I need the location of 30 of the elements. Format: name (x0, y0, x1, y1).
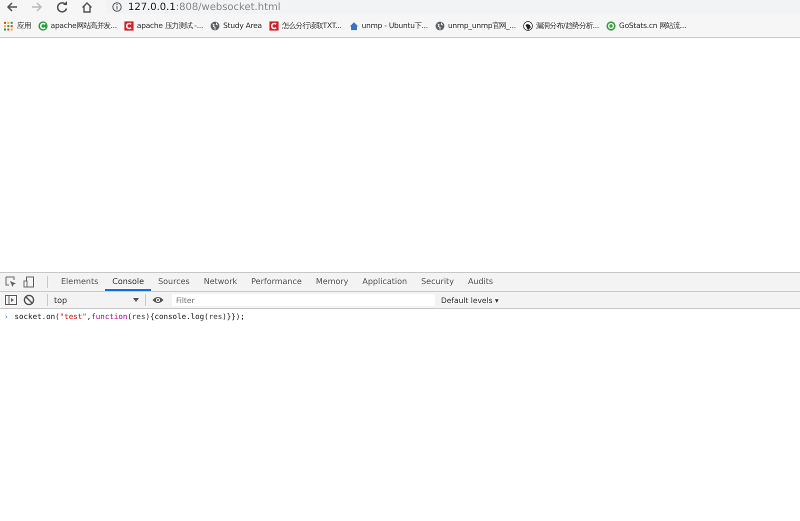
devtools-tab[interactable]: Application (355, 273, 414, 291)
reload-icon[interactable] (56, 1, 68, 13)
devtools-tab[interactable]: Performance (244, 273, 309, 291)
globe-icon (434, 20, 445, 30)
devtools-tab[interactable]: Elements (54, 273, 106, 291)
device-icon[interactable] (23, 276, 35, 288)
c-letter-icon (38, 20, 48, 30)
inspect-icon[interactable] (5, 276, 17, 288)
info-icon[interactable] (112, 2, 122, 12)
g-letter-icon (606, 20, 616, 30)
devtools-tab[interactable]: Audits (460, 273, 500, 291)
back-icon[interactable] (6, 1, 18, 13)
context-select[interactable]: top (54, 296, 139, 304)
address-bar[interactable]: 127.0.0.1:808/websocket.html (106, 0, 800, 14)
home-icon[interactable] (81, 1, 93, 13)
sidebar-toggle-icon[interactable] (5, 294, 17, 306)
apps-grid-icon (4, 20, 14, 30)
c-letter-icon (268, 20, 279, 30)
devtools-tab[interactable]: Network (196, 273, 244, 291)
globe-icon (210, 20, 220, 30)
clear-console-icon[interactable] (23, 294, 35, 306)
devtools-tab[interactable]: Memory (308, 273, 356, 291)
caret-icon (133, 298, 139, 302)
c-letter-icon (124, 20, 134, 30)
devtools-tab[interactable]: Sources (151, 273, 197, 291)
url-text: 127.0.0.1:808/websocket.html (128, 2, 281, 12)
house-icon (348, 20, 359, 30)
circle-icon (522, 20, 533, 30)
devtools-tab[interactable]: Security (414, 273, 461, 291)
eye-icon[interactable] (152, 295, 164, 305)
